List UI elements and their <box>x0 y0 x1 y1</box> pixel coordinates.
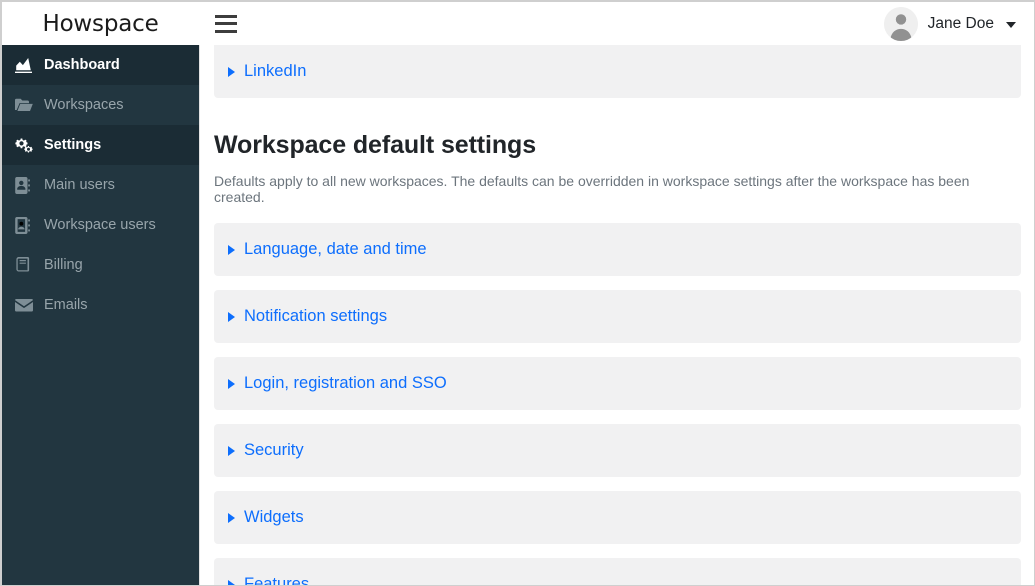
sidebar-item-main-users[interactable]: Main users <box>2 165 199 205</box>
address-book-icon <box>15 176 41 194</box>
sidebar-item-billing[interactable]: Billing <box>2 245 199 285</box>
caret-right-icon <box>228 378 235 389</box>
sidebar-item-settings[interactable]: Settings <box>2 125 199 165</box>
hamburger-bar <box>215 22 237 25</box>
sidebar-item-emails[interactable]: Emails <box>2 285 199 325</box>
caret-right-icon <box>228 512 235 523</box>
caret-right-icon <box>228 579 235 585</box>
user-avatar-icon <box>883 6 918 41</box>
sidebar-item-label: Workspaces <box>44 97 124 113</box>
sidebar-item-label: Settings <box>44 137 102 153</box>
brand-logo[interactable]: Howspace <box>2 2 199 45</box>
accordion-panel-features[interactable]: Features <box>214 558 1021 585</box>
app-window: Howspace Jane Doe Dashboard Workspaces S… <box>0 0 1035 586</box>
hamburger-icon[interactable] <box>215 14 237 33</box>
sidebar-item-label: Workspace users <box>44 217 156 233</box>
page-description: Defaults apply to all new workspaces. Th… <box>214 173 970 205</box>
accordion-panel-label[interactable]: Security <box>244 441 304 460</box>
brand-name: Howspace <box>42 10 159 37</box>
sidebar-item-label: Main users <box>44 177 115 193</box>
accordion-panel-label[interactable]: Widgets <box>244 508 304 527</box>
page-title: Workspace default settings <box>214 131 537 159</box>
accordion-panel-security[interactable]: Security <box>214 424 1021 477</box>
book-icon <box>15 257 41 273</box>
envelope-icon <box>15 298 41 312</box>
user-menu[interactable]: Jane Doe <box>883 6 1034 41</box>
sidebar-item-label: Dashboard <box>44 57 120 73</box>
caret-right-icon <box>228 311 235 322</box>
caret-right-icon <box>228 244 235 255</box>
sidebar-nav: Dashboard Workspaces Settings Main users… <box>2 45 199 585</box>
sidebar-item-label: Billing <box>44 257 83 273</box>
accordion-panel-label[interactable]: LinkedIn <box>244 62 306 81</box>
hamburger-bar <box>215 29 237 33</box>
main-content: LinkedIn Workspace default settings Defa… <box>199 45 1034 585</box>
accordion-panel-login-registration-sso[interactable]: Login, registration and SSO <box>214 357 1021 410</box>
chevron-down-icon[interactable] <box>1006 21 1016 28</box>
accordion-panel-label[interactable]: Login, registration and SSO <box>244 374 447 393</box>
accordion-panel-linkedin[interactable]: LinkedIn <box>214 45 1021 98</box>
settings-accordion-list: LinkedIn Workspace default settings Defa… <box>200 45 1034 585</box>
user-name-label: Jane Doe <box>927 14 994 32</box>
cogs-icon <box>15 137 41 153</box>
sidebar-item-workspaces[interactable]: Workspaces <box>2 85 199 125</box>
sidebar-item-workspace-users[interactable]: Workspace users <box>2 205 199 245</box>
accordion-panel-widgets[interactable]: Widgets <box>214 491 1021 544</box>
caret-right-icon <box>228 445 235 456</box>
area-chart-icon <box>15 57 41 73</box>
top-navbar: Howspace Jane Doe <box>2 2 1034 45</box>
sidebar-item-dashboard[interactable]: Dashboard <box>2 45 199 85</box>
accordion-panel-label[interactable]: Language, date and time <box>244 240 427 259</box>
hamburger-bar <box>215 14 237 18</box>
folder-open-icon <box>15 98 41 112</box>
address-card-icon <box>15 216 41 234</box>
caret-right-icon <box>228 66 235 77</box>
accordion-panel-label[interactable]: Features <box>244 575 309 585</box>
sidebar-item-label: Emails <box>44 297 88 313</box>
accordion-panel-language-date-time[interactable]: Language, date and time <box>214 223 1021 276</box>
accordion-panel-notification-settings[interactable]: Notification settings <box>214 290 1021 343</box>
accordion-panel-label[interactable]: Notification settings <box>244 307 387 326</box>
